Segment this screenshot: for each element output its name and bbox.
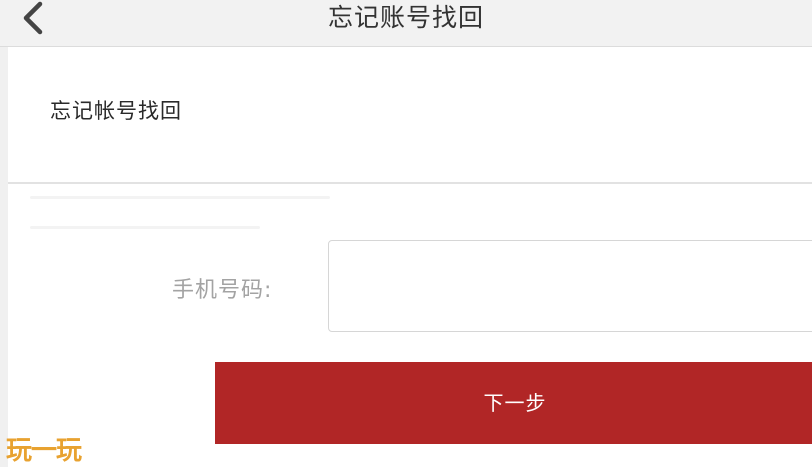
section-title: 忘记帐号找回 — [50, 99, 182, 123]
faded-divider — [30, 196, 330, 199]
phone-number-label: 手机号码: — [172, 278, 273, 303]
navbar: 忘记账号找回 — [0, 0, 812, 47]
faded-divider — [30, 226, 260, 229]
watermark-logo: 玩一玩 — [6, 436, 82, 466]
section-header: 忘记帐号找回 — [8, 47, 812, 184]
left-edge-strip — [0, 47, 8, 467]
next-step-button[interactable]: 下一步 — [215, 362, 812, 444]
page-title: 忘记账号找回 — [327, 3, 484, 32]
phone-number-input[interactable] — [328, 240, 812, 332]
